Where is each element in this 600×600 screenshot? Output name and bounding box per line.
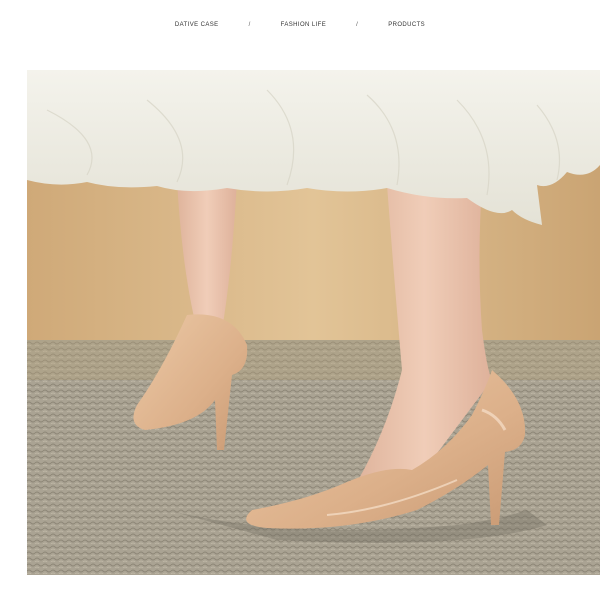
product-page: DATIVE CASE / FASHION LIFE / PRODUCTS (0, 0, 600, 600)
nav-item-fashion-life[interactable]: FASHION LIFE (251, 22, 356, 28)
nav-item-dative-case[interactable]: DATIVE CASE (145, 22, 249, 28)
product-photo (27, 70, 600, 575)
nav-item-products[interactable]: PRODUCTS (358, 22, 455, 28)
top-navigation: DATIVE CASE / FASHION LIFE / PRODUCTS (0, 18, 600, 32)
